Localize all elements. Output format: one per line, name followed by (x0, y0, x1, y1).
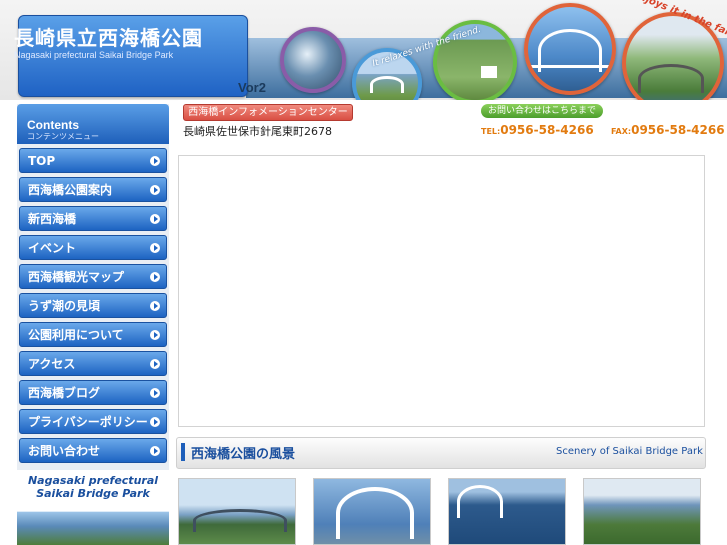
park-banner-line-2: Saikai Bridge Park (36, 487, 150, 500)
sidebar-item-label: TOP (28, 154, 56, 168)
sidebar-item-label: 公園利用について (28, 328, 124, 342)
contact-badge: お問い合わせはこちらまで (481, 104, 603, 118)
sidebar-item-new-bridge[interactable]: 新西海橋 (19, 206, 167, 231)
arrow-right-icon (150, 446, 160, 456)
park-banner-text: Nagasaki prefectural Saikai Bridge Park (17, 474, 169, 500)
sidebar-item-park-guide[interactable]: 西海橋公園案内 (19, 177, 167, 202)
sidebar-item-label: 西海橋ブログ (28, 386, 101, 400)
sidebar-item-contact[interactable]: お問い合わせ (19, 438, 167, 463)
arrow-right-icon (150, 243, 160, 253)
tel-prefix: TEL: (481, 127, 501, 136)
sidebar-item-privacy[interactable]: プライバシーポリシー (19, 409, 167, 434)
version-label: Vor2 (238, 80, 266, 95)
sidebar-item-top[interactable]: TOP (19, 148, 167, 173)
scenery-photo-1[interactable] (178, 478, 296, 545)
bridge-deck-shape (528, 65, 612, 68)
info-center-badge: 西海橋インフォメーションセンター (183, 104, 353, 121)
arrow-right-icon (150, 388, 160, 398)
scenery-accent-bar (181, 443, 185, 461)
park-banner-line-1: Nagasaki prefectural (27, 474, 159, 487)
sidebar-item-label: 西海橋公園案内 (28, 183, 113, 197)
bridge-arch-shape (336, 487, 414, 539)
scenery-photo-3[interactable] (448, 478, 566, 545)
scenery-photo-2[interactable] (313, 478, 431, 545)
sidebar-item-label: お問い合わせ (28, 444, 101, 458)
sidebar-item-label: プライバシーポリシー (28, 415, 148, 429)
arrow-right-icon (150, 359, 160, 369)
scenery-photo-4[interactable] (583, 478, 701, 545)
contents-subtitle: コンテンツメニュー (27, 132, 99, 141)
site-subtitle: Nagasaki prefectural Saikai Bridge Park (14, 50, 174, 60)
site-title: 長崎県立西海橋公園 (14, 28, 203, 50)
main-content-frame (178, 155, 705, 427)
sidebar-item-label: アクセス (28, 357, 76, 371)
arrow-right-icon (150, 214, 160, 224)
sidebar-item-whirlpool[interactable]: うず潮の見頃 (19, 293, 167, 318)
sidebar-item-label: 西海橋観光マップ (28, 270, 125, 284)
sidebar-item-label: 新西海橋 (28, 212, 77, 226)
fax-prefix: FAX: (611, 127, 632, 136)
phone-number: TEL:0956-58-4266 (481, 123, 594, 137)
address-text: 長崎県佐世保市針尾東町2678 (183, 125, 332, 138)
sidebar-item-blog[interactable]: 西海橋ブログ (19, 380, 167, 405)
scenery-title: 西海橋公園の風景 (191, 447, 296, 462)
bridge-photo (524, 3, 616, 95)
tel-value: 0956-58-4266 (500, 123, 594, 137)
bridge-arch-shape (193, 509, 287, 532)
arrow-right-icon (150, 301, 160, 311)
sidebar-item-label: うず潮の見頃 (28, 299, 101, 313)
sidebar-item-park-usage[interactable]: 公園利用について (19, 322, 167, 347)
contents-title: Contents (27, 118, 79, 132)
sidebar-item-events[interactable]: イベント (19, 235, 167, 260)
arrow-right-icon (150, 272, 160, 282)
monument-arch-shape (370, 76, 404, 93)
arrow-right-icon (150, 330, 160, 340)
whirlpool-photo (280, 27, 346, 93)
scenery-subtitle: Scenery of Saikai Bridge Park (556, 446, 703, 457)
arrow-right-icon (150, 185, 160, 195)
fax-value: 0956-58-4266 (631, 123, 725, 137)
sidebar-item-map[interactable]: 西海橋観光マップ (19, 264, 167, 289)
bridge-arch-shape (457, 485, 503, 518)
sidebar-item-access[interactable]: アクセス (19, 351, 167, 376)
bridge-arch-shape-2 (638, 64, 704, 93)
park-building-shape (481, 66, 497, 78)
arrow-right-icon (150, 156, 160, 166)
arrow-right-icon (150, 417, 160, 427)
fax-number: FAX:0956-58-4266 (611, 123, 725, 137)
sidebar-item-label: イベント (28, 241, 77, 255)
